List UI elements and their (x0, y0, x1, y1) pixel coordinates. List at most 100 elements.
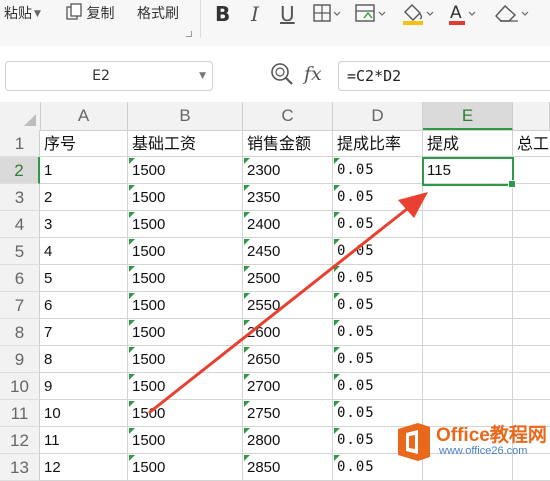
cell-f2[interactable] (513, 157, 550, 184)
row-header[interactable]: 12 (0, 427, 40, 454)
cell-b1[interactable]: 基础工资 (128, 130, 243, 157)
cell-e4[interactable] (423, 211, 513, 238)
column-header-a[interactable]: A (40, 102, 128, 130)
cell-f8[interactable] (513, 319, 550, 346)
cell-c3[interactable]: 2350 (243, 184, 333, 211)
format-painter-button[interactable]: 格式刷 (137, 3, 179, 25)
cell-e2[interactable]: 115 (423, 157, 513, 184)
cell-a2[interactable]: 1 (40, 157, 128, 184)
cell-b2[interactable]: 1500 (128, 157, 243, 184)
row-header[interactable]: 3 (0, 184, 40, 211)
row-header[interactable]: 13 (0, 454, 40, 481)
cell-a11[interactable]: 10 (40, 400, 128, 427)
cell-f9[interactable] (513, 346, 550, 373)
font-color-button[interactable]: A (446, 2, 478, 26)
name-box[interactable]: E2 ▼ (5, 61, 213, 91)
clear-button[interactable] (492, 2, 532, 26)
cell-b13[interactable]: 1500 (128, 454, 243, 481)
cell-a13[interactable]: 12 (40, 454, 128, 481)
select-all-corner[interactable] (0, 102, 41, 130)
cell-d6[interactable]: 0.05 (333, 265, 423, 292)
cell-c11[interactable]: 2750 (243, 400, 333, 427)
cell-e8[interactable] (423, 319, 513, 346)
cell-b5[interactable]: 1500 (128, 238, 243, 265)
clipboard-group-expand-icon[interactable] (186, 31, 192, 37)
row-header[interactable]: 8 (0, 319, 40, 346)
cell-c10[interactable]: 2700 (243, 373, 333, 400)
cell-a7[interactable]: 6 (40, 292, 128, 319)
row-header[interactable]: 6 (0, 265, 40, 292)
cell-f7[interactable] (513, 292, 550, 319)
cell-f3[interactable] (513, 184, 550, 211)
cell-c6[interactable]: 2500 (243, 265, 333, 292)
cell-f6[interactable] (513, 265, 550, 292)
cell-c7[interactable]: 2550 (243, 292, 333, 319)
cell-a3[interactable]: 2 (40, 184, 128, 211)
cell-a9[interactable]: 8 (40, 346, 128, 373)
cell-b3[interactable]: 1500 (128, 184, 243, 211)
underline-button[interactable]: U (280, 3, 295, 25)
row-header[interactable]: 9 (0, 346, 40, 373)
cell-e10[interactable] (423, 373, 513, 400)
cell-e7[interactable] (423, 292, 513, 319)
column-header-c[interactable]: C (243, 102, 333, 130)
cell-c9[interactable]: 2650 (243, 346, 333, 373)
cell-c12[interactable]: 2800 (243, 427, 333, 454)
name-box-dropdown-icon[interactable]: ▼ (199, 62, 206, 90)
cell-d9[interactable]: 0.05 (333, 346, 423, 373)
row-header[interactable]: 10 (0, 373, 40, 400)
cell-d8[interactable]: 0.05 (333, 319, 423, 346)
cell-a12[interactable]: 11 (40, 427, 128, 454)
fill-color-button[interactable] (400, 2, 436, 26)
row-header[interactable]: 1 (0, 130, 40, 157)
cell-e6[interactable] (423, 265, 513, 292)
paste-dropdown-icon[interactable]: ▼ (34, 9, 41, 19)
cell-f1[interactable]: 总工 (513, 130, 550, 157)
column-header-b[interactable]: B (128, 102, 243, 130)
cell-a10[interactable]: 9 (40, 373, 128, 400)
cell-a4[interactable]: 3 (40, 211, 128, 238)
cell-a8[interactable]: 7 (40, 319, 128, 346)
cell-b8[interactable]: 1500 (128, 319, 243, 346)
cell-e3[interactable] (423, 184, 513, 211)
cell-b7[interactable]: 1500 (128, 292, 243, 319)
copy-button[interactable]: 复制 (66, 3, 114, 25)
cell-c1[interactable]: 销售金额 (243, 130, 333, 157)
cell-c5[interactable]: 2450 (243, 238, 333, 265)
row-header[interactable]: 7 (0, 292, 40, 319)
cell-c13[interactable]: 2850 (243, 454, 333, 481)
cell-a5[interactable]: 4 (40, 238, 128, 265)
cell-b11[interactable]: 1500 (128, 400, 243, 427)
bold-button[interactable]: B (215, 3, 230, 25)
cell-d5[interactable]: 0.05 (333, 238, 423, 265)
cell-d10[interactable]: 0.05 (333, 373, 423, 400)
column-header-e[interactable]: E (423, 102, 513, 130)
cell-c2[interactable]: 2300 (243, 157, 333, 184)
cell-b4[interactable]: 1500 (128, 211, 243, 238)
row-header[interactable]: 11 (0, 400, 40, 427)
formula-input[interactable]: =C2*D2 (338, 61, 550, 91)
cell-a1[interactable]: 序号 (40, 130, 128, 157)
cell-d7[interactable]: 0.05 (333, 292, 423, 319)
cell-e1[interactable]: 提成 (423, 130, 513, 157)
column-header-d[interactable]: D (333, 102, 423, 130)
cell-d2[interactable]: 0.05 (333, 157, 423, 184)
cell-f5[interactable] (513, 238, 550, 265)
cell-b12[interactable]: 1500 (128, 427, 243, 454)
row-header[interactable]: 2 (0, 157, 40, 184)
cell-f4[interactable] (513, 211, 550, 238)
cell-d3[interactable]: 0.05 (333, 184, 423, 211)
cell-d1[interactable]: 提成比率 (333, 130, 423, 157)
cell-b9[interactable]: 1500 (128, 346, 243, 373)
paste-button[interactable]: 粘贴 ▼ (4, 3, 41, 25)
row-header[interactable]: 5 (0, 238, 40, 265)
italic-button[interactable]: I (251, 3, 259, 25)
fill-format-button[interactable] (354, 2, 388, 26)
cell-b10[interactable]: 1500 (128, 373, 243, 400)
cell-c8[interactable]: 2600 (243, 319, 333, 346)
cell-f10[interactable] (513, 373, 550, 400)
cell-d4[interactable]: 0.05 (333, 211, 423, 238)
cell-e9[interactable] (423, 346, 513, 373)
column-header-f[interactable] (513, 102, 550, 130)
borders-button[interactable] (312, 2, 342, 26)
